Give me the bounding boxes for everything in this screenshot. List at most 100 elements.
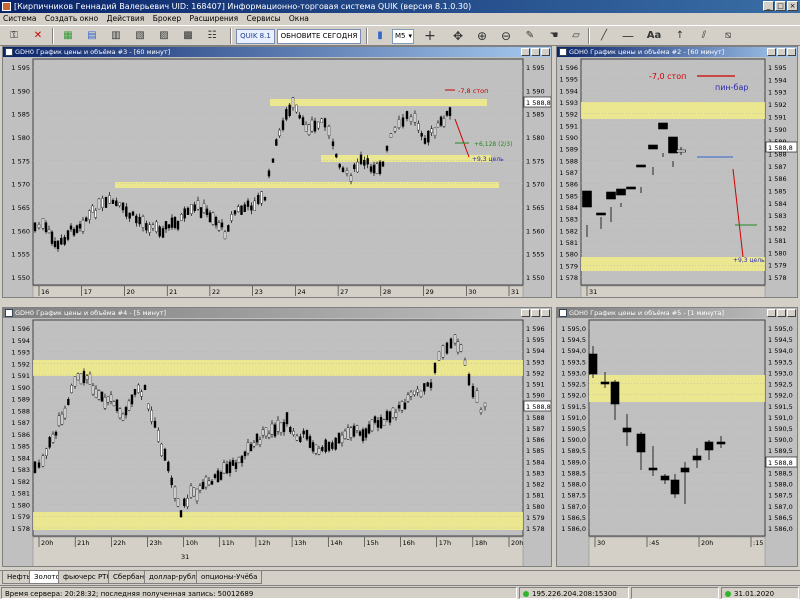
ruler-icon[interactable]: ▱ bbox=[566, 28, 586, 44]
chart-window-titlebar[interactable]: GDH0 График цены и объёма #2 - [60 минут… bbox=[557, 47, 797, 57]
move-icon[interactable]: ✥ bbox=[448, 28, 468, 44]
candle-body bbox=[201, 482, 205, 490]
candle-body bbox=[219, 472, 223, 480]
close-button[interactable] bbox=[541, 309, 550, 317]
menu-broker[interactable]: Брокер bbox=[150, 14, 184, 23]
quotes-icon[interactable]: ▩ bbox=[178, 28, 198, 44]
x-tick-label: 17h bbox=[439, 539, 451, 547]
x-tick-label: 31 bbox=[511, 288, 519, 296]
close-button[interactable]: × bbox=[787, 1, 798, 11]
chart-window-60min-a[interactable]: GDH0 График цены и объёма #3 - [60 минут… bbox=[2, 46, 552, 298]
minimize-button[interactable]: _ bbox=[763, 1, 774, 11]
minimize-button[interactable] bbox=[767, 309, 776, 317]
candle-body bbox=[331, 442, 334, 449]
candle-body bbox=[381, 161, 385, 167]
y-tick-label-left: 1 585 bbox=[559, 192, 578, 200]
x-axis bbox=[588, 536, 766, 566]
close-button[interactable] bbox=[787, 309, 796, 317]
chart-window-title: GDH0 График цены и объёма #4 - [5 минут] bbox=[15, 309, 167, 317]
chart-window-titlebar[interactable]: GDH0 График цены и объёма #3 - [60 минут… bbox=[3, 47, 551, 57]
y-tick-label-left: 1 584 bbox=[11, 454, 30, 462]
candle-body bbox=[391, 407, 395, 418]
y-tick-label-left: 1 589 bbox=[11, 396, 30, 404]
minimize-button[interactable] bbox=[521, 48, 530, 56]
interval-select[interactable]: M5 bbox=[392, 29, 414, 44]
maximize-button[interactable]: □ bbox=[775, 1, 786, 11]
last-price-label: 1 588,8 bbox=[526, 99, 551, 107]
y-tick-label-right: 1 591 bbox=[526, 381, 545, 389]
x-tick-label: 17 bbox=[84, 288, 92, 296]
orders-icon[interactable]: ▧ bbox=[130, 28, 150, 44]
menu-windows[interactable]: Окна bbox=[286, 14, 312, 23]
maximize-button[interactable] bbox=[777, 309, 786, 317]
candle-body bbox=[311, 442, 315, 452]
chart-type-icon[interactable]: ▮ bbox=[370, 28, 390, 44]
horizontal-line-icon[interactable]: — bbox=[618, 28, 638, 44]
candle-body bbox=[307, 124, 311, 136]
disconnect-icon[interactable]: ✕ bbox=[28, 28, 48, 44]
y-tick-label-right: 1 592,5 bbox=[768, 381, 793, 389]
y-tick-label-right: 1 580 bbox=[526, 503, 545, 511]
crosshair-icon[interactable]: + bbox=[420, 28, 440, 44]
price-chart[interactable]: 1 596 1 595 1 594 1 593 1 592 1 591 1 590 1 589… bbox=[557, 57, 798, 298]
new-table-icon[interactable]: ▦ bbox=[58, 28, 78, 44]
arrow-up-icon[interactable]: ↑ bbox=[670, 28, 690, 44]
key-icon[interactable]: ⚿ bbox=[4, 28, 24, 44]
candle-body bbox=[124, 407, 128, 416]
y-tick-label-right: 1 555 bbox=[526, 251, 545, 259]
x-tick-label: 23 bbox=[255, 288, 263, 296]
maximize-button[interactable] bbox=[777, 48, 786, 56]
menu-system[interactable]: Система bbox=[0, 14, 39, 23]
maximize-button[interactable] bbox=[531, 48, 540, 56]
candle-body bbox=[249, 444, 253, 452]
y-tick-label-left: 1 586,0 bbox=[561, 525, 586, 533]
chart-window-60min-b[interactable]: GDH0 График цены и объёма #2 - [60 минут… bbox=[556, 46, 798, 298]
fibonacci-icon[interactable]: ⧅ bbox=[718, 28, 738, 44]
channel-icon[interactable]: ⫽ bbox=[694, 28, 714, 44]
table-icon[interactable]: ▥ bbox=[106, 28, 126, 44]
candle-body bbox=[355, 425, 359, 431]
x-tick-label: 30 bbox=[597, 539, 605, 547]
chart-window-5min[interactable]: GDH0 График цены и объёма #4 - [5 минут]… bbox=[2, 307, 552, 567]
candle-body bbox=[253, 200, 257, 211]
chart-window-titlebar[interactable]: GDH0 График цены и объёма #5 - [1 минута… bbox=[557, 308, 797, 318]
menu-extensions[interactable]: Расширения bbox=[187, 14, 242, 23]
quik-version-button[interactable]: QUIK 8.1 bbox=[236, 29, 275, 44]
price-chart[interactable]: 1 595 1 590 1 585 1 580 1 575 1 570 1 565 1 560… bbox=[3, 57, 552, 298]
candle-body bbox=[37, 462, 41, 468]
price-chart[interactable]: 1 595,0 1 594,5 1 594,0 1 593,5 1 593,0 1 592… bbox=[557, 318, 798, 567]
y-tick-label-right: 1 593 bbox=[768, 89, 787, 97]
portfolio-icon[interactable]: ▨ bbox=[154, 28, 174, 44]
pencil-icon[interactable]: ✎ bbox=[520, 28, 540, 44]
candle-body bbox=[186, 498, 189, 507]
menu-actions[interactable]: Действия bbox=[104, 14, 148, 23]
y-tick-label-right: 1 588,5 bbox=[768, 469, 793, 477]
chart-window-icon[interactable]: ▤ bbox=[82, 28, 102, 44]
menu-services[interactable]: Сервисы bbox=[244, 14, 284, 23]
y-tick-label-left: 1 592 bbox=[559, 111, 578, 119]
trades-icon[interactable]: ☷ bbox=[202, 28, 222, 44]
close-button[interactable] bbox=[541, 48, 550, 56]
stop-annotation: -7,0 стоп bbox=[649, 72, 686, 81]
text-tool-icon[interactable]: Aa bbox=[642, 28, 666, 44]
minimize-button[interactable] bbox=[521, 309, 530, 317]
close-button[interactable] bbox=[787, 48, 796, 56]
zoom-in-icon[interactable]: ⊕ bbox=[472, 28, 492, 44]
chart-window-titlebar[interactable]: GDH0 График цены и объёма #4 - [5 минут] bbox=[3, 308, 551, 318]
zoom-out-icon[interactable]: ⊖ bbox=[496, 28, 516, 44]
y-tick-label-right: 1 583 bbox=[768, 212, 787, 220]
menu-create-window[interactable]: Создать окно bbox=[42, 14, 101, 23]
candle-body bbox=[150, 410, 153, 422]
maximize-button[interactable] bbox=[531, 309, 540, 317]
minimize-button[interactable] bbox=[767, 48, 776, 56]
chart-window-1min[interactable]: GDH0 График цены и объёма #5 - [1 минута… bbox=[556, 307, 798, 567]
candle-body bbox=[170, 477, 173, 486]
y-tick-label-left: 1 560 bbox=[11, 227, 30, 235]
candle-body bbox=[320, 118, 323, 123]
price-chart[interactable]: 1 596 1 594 1 593 1 592 1 591 1 590 1 589 1 588… bbox=[3, 318, 552, 567]
tab-options-study[interactable]: опционы-Учёба bbox=[196, 571, 263, 584]
trendline-icon[interactable]: ╱ bbox=[594, 28, 614, 44]
hand-icon[interactable]: ☚ bbox=[544, 28, 564, 44]
update-today-button[interactable]: ОБНОВИТЕ СЕГОДНЯ bbox=[277, 29, 361, 44]
candle-body bbox=[375, 163, 379, 174]
